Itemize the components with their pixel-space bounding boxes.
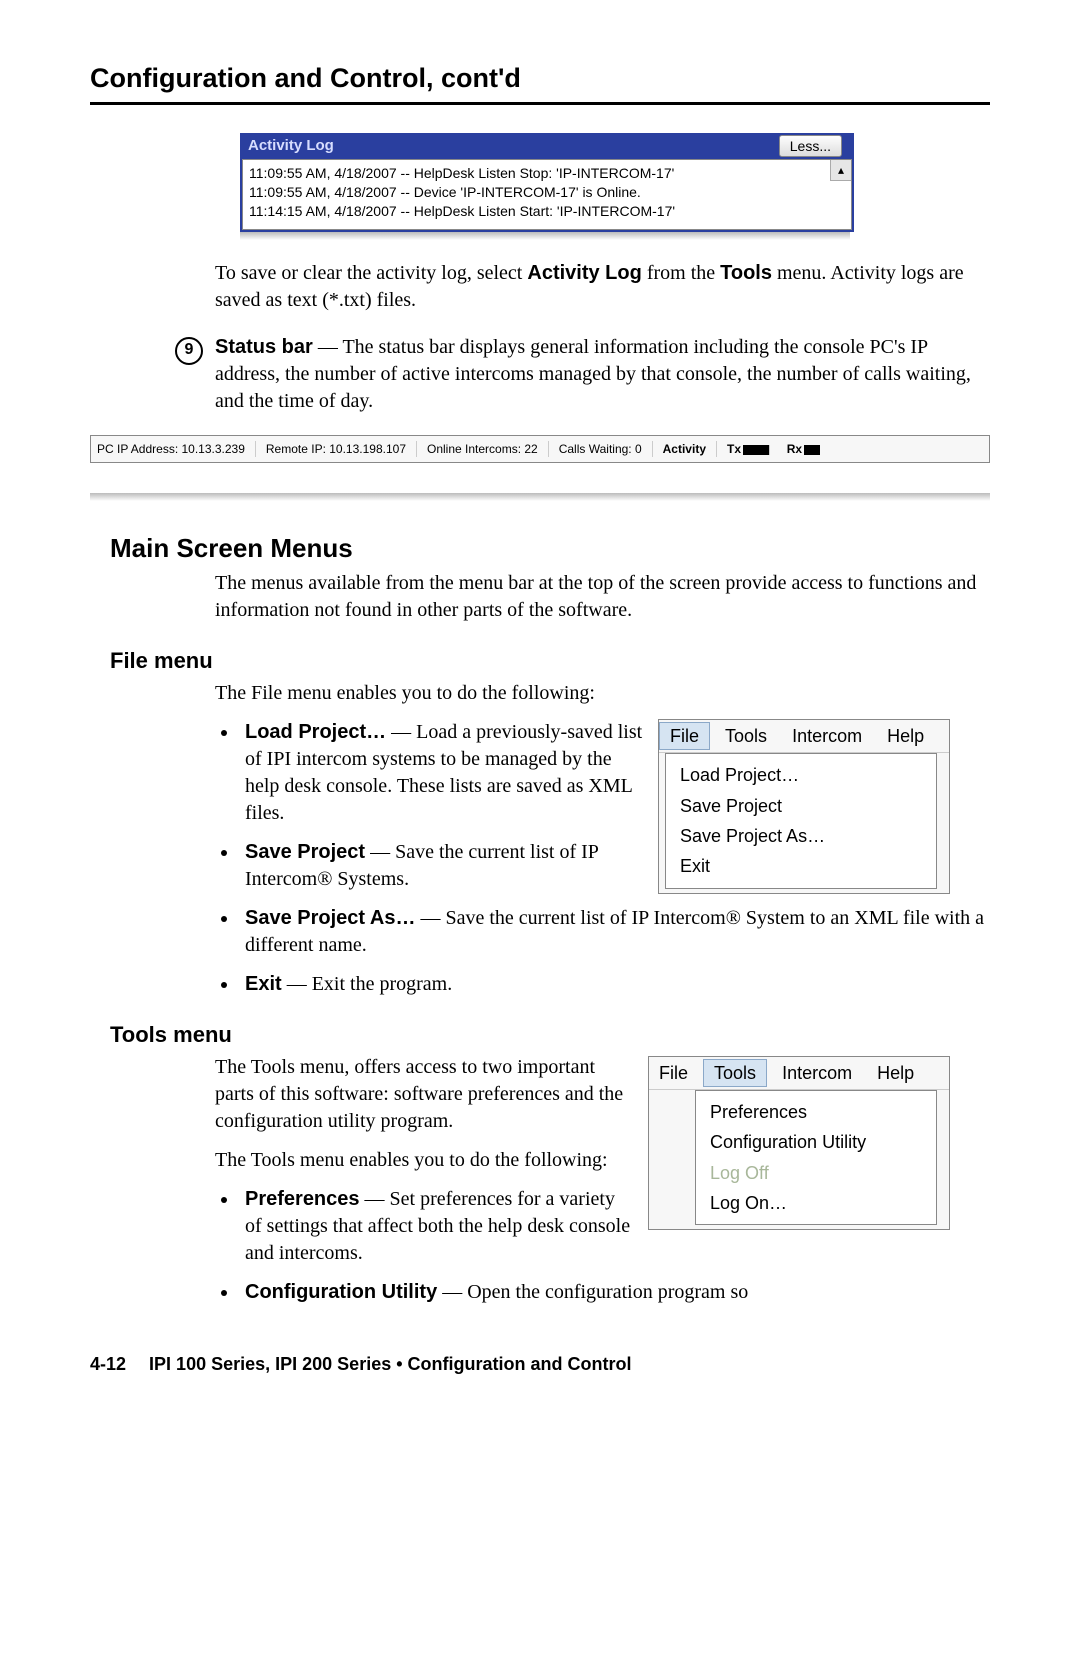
menubar-file[interactable]: File (649, 1060, 698, 1086)
log-line: 11:09:55 AM, 4/18/2007 -- Device 'IP-INT… (249, 183, 845, 202)
menubar-help[interactable]: Help (867, 1060, 924, 1086)
page-footer: 4-12 IPI 100 Series, IPI 200 Series • Co… (90, 1352, 990, 1376)
status-online-intercoms: Online Intercoms: 22 (427, 441, 549, 457)
tools-menu-heading: Tools menu (110, 1020, 990, 1050)
footer-text: IPI 100 Series, IPI 200 Series • Configu… (149, 1354, 631, 1374)
log-line: 11:09:55 AM, 4/18/2007 -- HelpDesk Liste… (249, 164, 845, 183)
menu-item-config-utility[interactable]: Configuration Utility (696, 1127, 936, 1157)
menu-item-load-project[interactable]: Load Project… (666, 760, 936, 790)
activity-log-paragraph: To save or clear the activity log, selec… (215, 260, 990, 314)
status-remote-ip: Remote IP: 10.13.198.107 (266, 441, 417, 457)
page-number: 4-12 (90, 1354, 126, 1374)
list-item: Configuration Utility — Open the configu… (239, 1279, 990, 1306)
status-activity: Activity (663, 441, 717, 457)
status-pc-ip: PC IP Address: 10.13.3.239 (97, 441, 256, 457)
file-menu-figure: File Tools Intercom Help Load Project… S… (658, 719, 950, 893)
menubar-tools[interactable]: Tools (703, 1059, 767, 1087)
menubar-help[interactable]: Help (877, 723, 934, 749)
status-calls-waiting: Calls Waiting: 0 (559, 441, 653, 457)
main-intro: The menus available from the menu bar at… (215, 570, 990, 624)
scroll-up-icon[interactable]: ▴ (830, 160, 851, 181)
menu-item-preferences[interactable]: Preferences (696, 1097, 936, 1127)
menu-item-log-on[interactable]: Log On… (696, 1188, 936, 1218)
callout-number-9: 9 (175, 337, 203, 365)
activity-log-panel: Activity Log Less... ▴ 11:09:55 AM, 4/18… (240, 133, 854, 232)
menu-item-exit[interactable]: Exit (666, 851, 936, 881)
main-screen-menus-heading: Main Screen Menus (110, 531, 990, 566)
list-item: Exit — Exit the program. (239, 971, 990, 998)
file-menu-heading: File menu (110, 646, 990, 676)
menu-item-save-project-as[interactable]: Save Project As… (666, 821, 936, 851)
status-tx: Tx Rx (727, 441, 820, 457)
log-line: 11:14:15 AM, 4/18/2007 -- HelpDesk Liste… (249, 202, 845, 221)
less-button[interactable]: Less... (779, 135, 842, 157)
tools-menu-figure: File Tools Intercom Help Preferences Con… (648, 1056, 950, 1230)
menubar-intercom[interactable]: Intercom (782, 723, 872, 749)
menu-item-log-off: Log Off (696, 1158, 936, 1188)
activity-log-label: Activity Log (248, 136, 334, 156)
page-title: Configuration and Control, cont'd (90, 60, 990, 105)
menubar-tools[interactable]: Tools (715, 723, 777, 749)
status-bar-figure: PC IP Address: 10.13.3.239 Remote IP: 10… (90, 435, 990, 463)
status-bar-paragraph: Status bar — The status bar displays gen… (215, 334, 990, 415)
file-menu-intro: The File menu enables you to do the foll… (215, 680, 990, 707)
menu-item-save-project[interactable]: Save Project (666, 791, 936, 821)
list-item: Save Project As… — Save the current list… (239, 905, 990, 959)
menubar-intercom[interactable]: Intercom (772, 1060, 862, 1086)
menubar-file[interactable]: File (659, 722, 710, 750)
